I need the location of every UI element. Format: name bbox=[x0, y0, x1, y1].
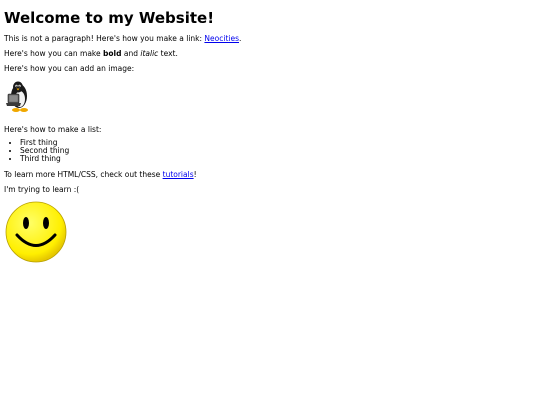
list-item: Third thing bbox=[20, 155, 69, 163]
intro-text: This is not a paragraph! Here's how you … bbox=[4, 34, 205, 43]
penguin-computer-icon bbox=[5, 80, 31, 114]
thing-list: First thing Second thing Third thing bbox=[4, 139, 69, 163]
learn-more-before: To learn more HTML/CSS, check out these bbox=[4, 170, 163, 179]
smiley-face-icon bbox=[4, 200, 68, 264]
formatting-before: Here's how you can make bbox=[4, 49, 103, 58]
neocities-link[interactable]: Neocities bbox=[204, 34, 239, 43]
list-intro: Here's how to make a list: bbox=[4, 125, 102, 134]
image-intro: Here's how you can add an image: bbox=[4, 64, 135, 73]
learn-more-line: To learn more HTML/CSS, check out these … bbox=[4, 170, 197, 179]
intro-after: . bbox=[239, 34, 242, 43]
bold-word: bold bbox=[103, 49, 122, 58]
intro-line: This is not a paragraph! Here's how you … bbox=[4, 34, 241, 43]
formatting-line: Here's how you can make bold and italic … bbox=[4, 49, 178, 58]
tutorials-link[interactable]: tutorials bbox=[163, 170, 194, 179]
formatting-middle: and bbox=[121, 49, 141, 58]
page-title: Welcome to my Website! bbox=[4, 9, 215, 27]
formatting-after: text. bbox=[158, 49, 178, 58]
status-text: I'm trying to learn :( bbox=[4, 185, 80, 194]
italic-word: italic bbox=[140, 49, 159, 58]
learn-more-after: ! bbox=[193, 170, 197, 179]
